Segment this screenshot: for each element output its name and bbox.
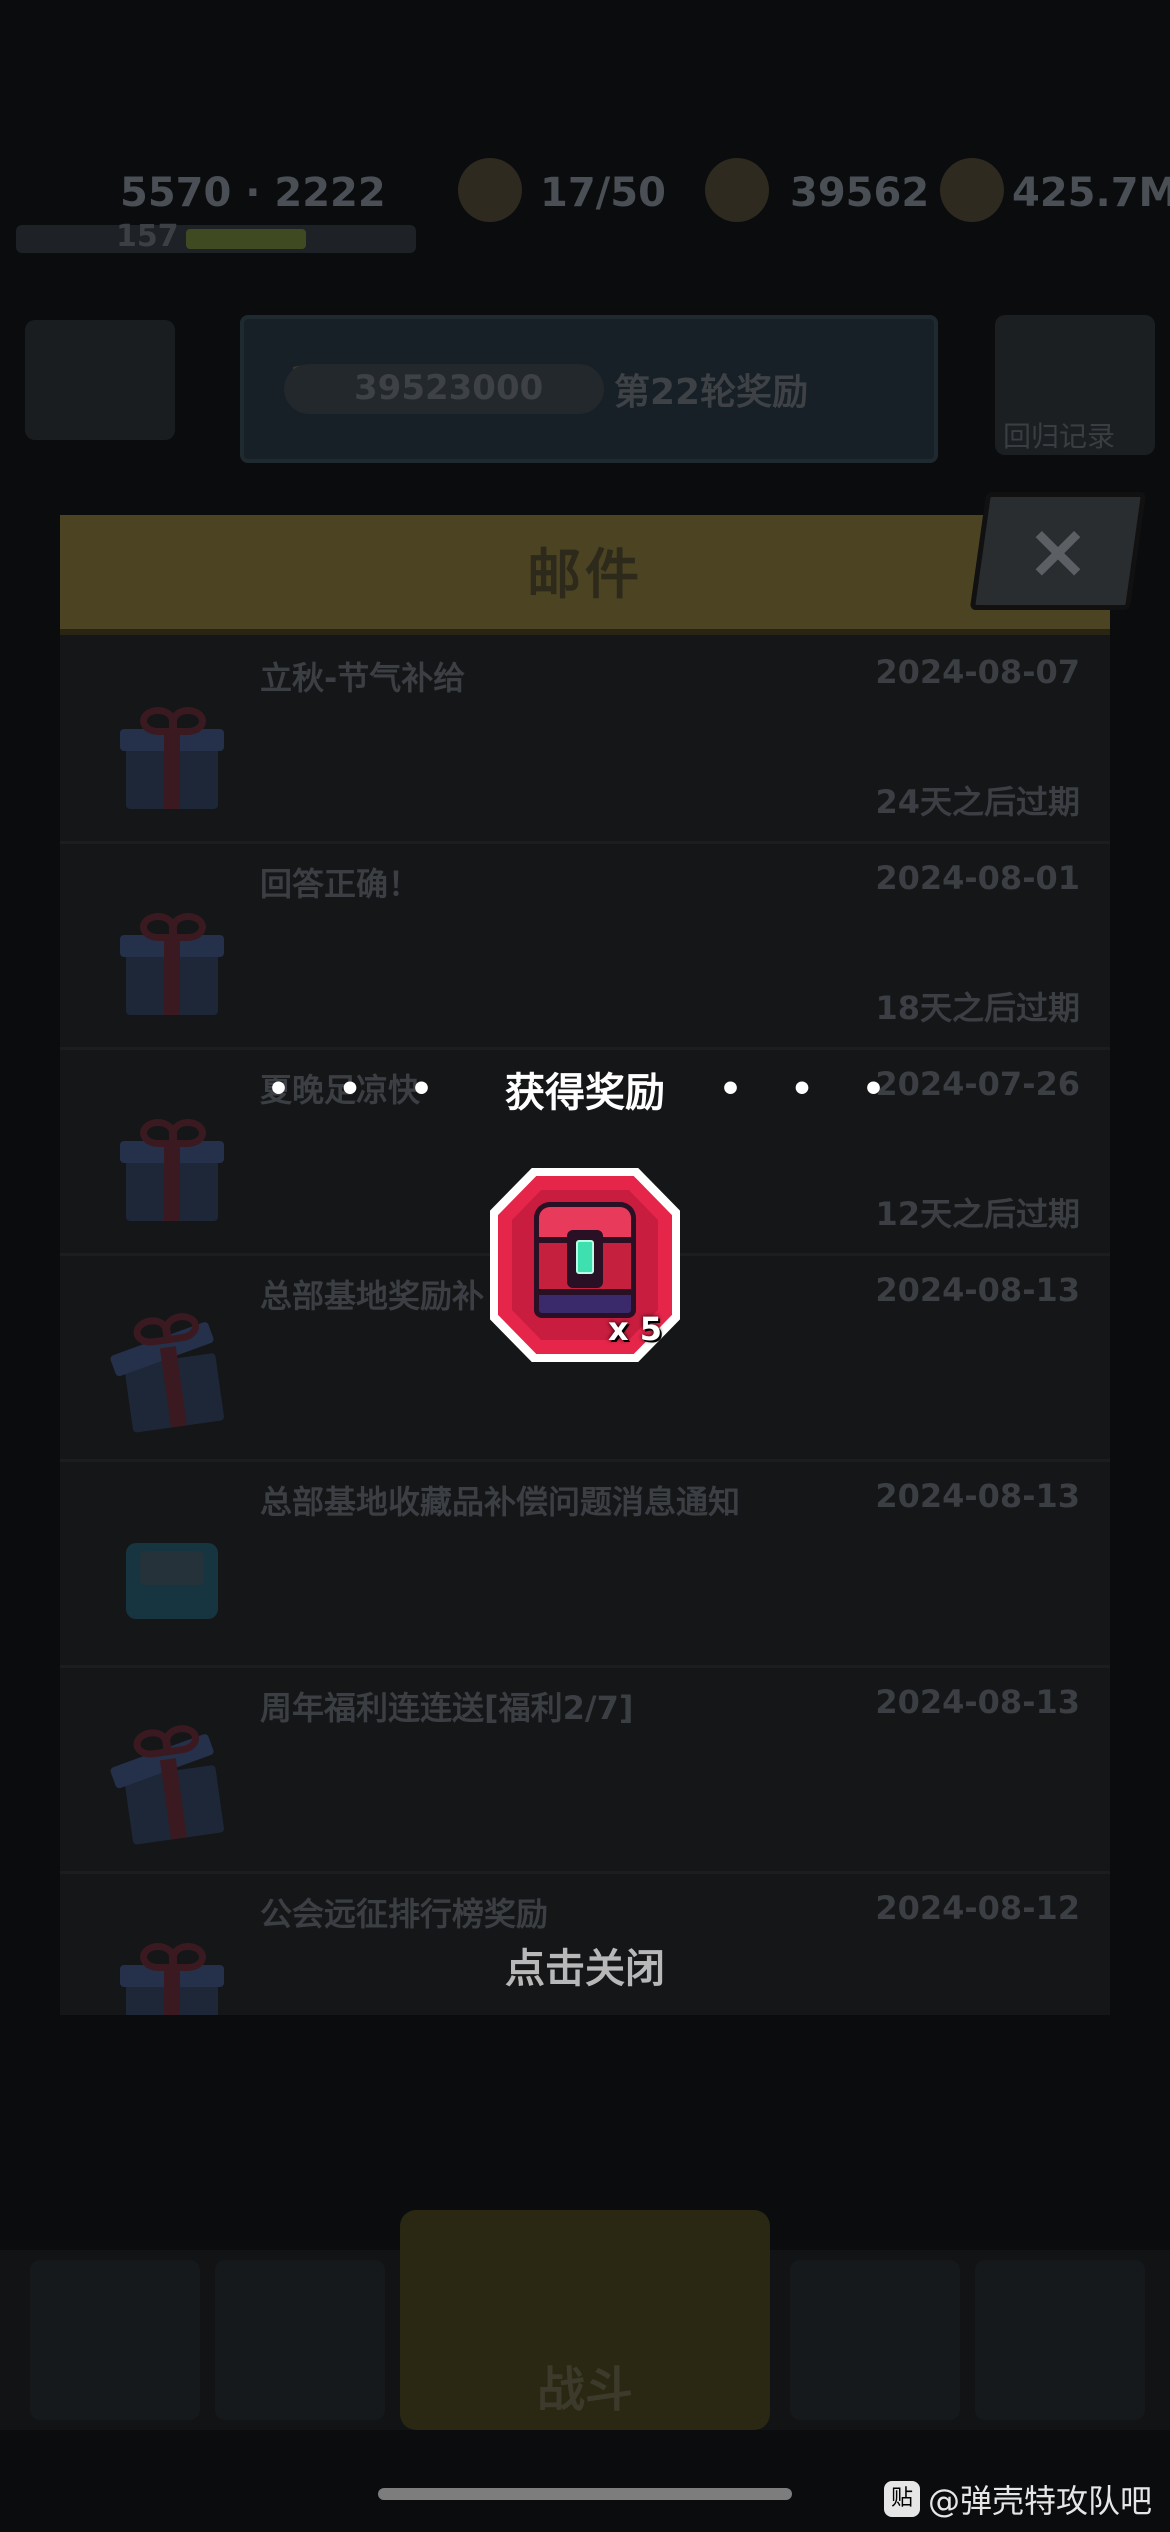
nav-battle: 战斗: [400, 2210, 770, 2430]
gold-icon: [940, 158, 1004, 222]
mail-item-title: 公会远征排行榜奖励: [260, 1895, 549, 1933]
mail-item-date: 2024-08-01: [875, 859, 1080, 897]
mail-item-date: 2024-08-12: [875, 1889, 1080, 1927]
level-bar: 157: [16, 219, 416, 254]
reward-title: 获得奖励: [505, 1070, 665, 1116]
watermark-text: @弹壳特攻队吧: [927, 2482, 1152, 2520]
mail-item-title: 回答正确！: [260, 865, 421, 903]
mail-item-expire: 12天之后过期: [875, 1195, 1080, 1233]
reward-quantity: x 5: [607, 1310, 662, 1348]
mail-close-button[interactable]: ×: [969, 492, 1147, 610]
mail-header: 邮件: [60, 515, 1110, 635]
red-chest-icon: [534, 1202, 636, 1320]
close-icon: ×: [1026, 506, 1090, 595]
envelope-icon: [126, 1543, 218, 1619]
energy-icon: [458, 158, 522, 222]
nav-battle-label: 战斗: [536, 2362, 633, 2418]
watermark: 贴 @弹壳特攻队吧: [883, 2476, 1152, 2522]
mail-item-title: 总部基地奖励补: [260, 1277, 485, 1315]
mail-item[interactable]: 立秋-节气补给 2024-08-07 24天之后过期: [60, 641, 1110, 844]
open-gift-icon: [109, 1310, 230, 1435]
home-indicator[interactable]: [378, 2488, 792, 2500]
banner-progress: 39523000: [284, 364, 604, 414]
reward-header: • • • 获得奖励 • • •: [0, 1060, 1170, 1118]
mail-item[interactable]: 总部基地收藏品补偿问题消息通知 2024-08-13: [60, 1465, 1110, 1668]
level-badge: 157: [116, 219, 179, 254]
nav-shop: [30, 2260, 200, 2420]
menu-button: [25, 320, 175, 440]
bottom-nav: 战斗: [0, 2210, 1170, 2430]
player-stat: 5570 · 2222: [120, 170, 386, 216]
banner-amount: 39523000: [354, 368, 544, 408]
tap-to-close[interactable]: 点击关闭: [0, 1936, 1170, 1994]
mail-item-expire: 24天之后过期: [875, 783, 1080, 821]
reward-item-card: x 5: [490, 1168, 680, 1362]
top-hud: 5570 · 2222 157 17/50 39562 425.7M: [0, 140, 1170, 270]
banner-rank: 第22轮奖励: [614, 372, 809, 413]
gift-icon: [120, 707, 224, 811]
mail-item[interactable]: 回答正确！ 2024-08-01 18天之后过期: [60, 847, 1110, 1050]
gold-value: 425.7M: [1012, 170, 1170, 216]
nav-tech: [790, 2260, 960, 2420]
event-banner-row: 20 39523000 第22轮奖励 回归记录: [0, 310, 1170, 463]
open-gift-icon: [109, 1722, 230, 1847]
corner-label: 回归记录: [1003, 420, 1116, 453]
return-record-icon: 回归记录: [995, 315, 1155, 455]
mail-item-date: 2024-08-13: [875, 1683, 1080, 1721]
dots-right: • • •: [718, 1068, 904, 1110]
nav-guild: [975, 2260, 1145, 2420]
mail-item-date: 2024-08-07: [875, 653, 1080, 691]
mail-item-title: 立秋-节气补给: [260, 659, 466, 697]
mail-title: 邮件: [527, 543, 643, 606]
mail-item-title: 总部基地收藏品补偿问题消息通知: [260, 1483, 741, 1521]
mail-item-date: 2024-08-13: [875, 1477, 1080, 1515]
nav-hero: [215, 2260, 385, 2420]
dots-left: • • •: [266, 1068, 452, 1110]
gems-value: 39562: [790, 170, 930, 216]
event-banner: 20 39523000 第22轮奖励: [240, 315, 938, 463]
mail-item-expire: 18天之后过期: [875, 989, 1080, 1027]
gift-icon: [120, 1119, 224, 1223]
mail-item-date: 2024-08-13: [875, 1271, 1080, 1309]
energy-value: 17/50: [540, 170, 666, 216]
gift-icon: [120, 913, 224, 1017]
level-bar-fill: [186, 229, 306, 249]
mail-item[interactable]: 周年福利连连送[福利2/7] 2024-08-13: [60, 1671, 1110, 1874]
tieba-badge-icon: 贴: [883, 2481, 920, 2517]
gem-icon: [705, 158, 769, 222]
mail-item-title: 周年福利连连送[福利2/7]: [260, 1689, 634, 1727]
